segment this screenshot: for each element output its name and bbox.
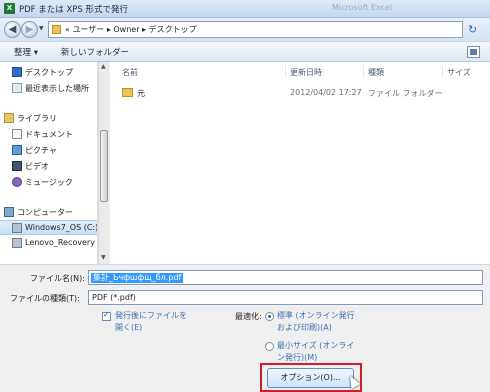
- recent-places-icon: [12, 83, 22, 93]
- window-title: PDF または XPS 形式で発行: [19, 5, 129, 15]
- nav-item-label: ライブラリ: [17, 114, 57, 123]
- scroll-down-icon[interactable]: ▼: [101, 254, 106, 261]
- toolbar: 整理 ▾ 新しいフォルダー: [0, 41, 490, 62]
- column-header-date[interactable]: 更新日時: [290, 67, 322, 78]
- videos-icon: [12, 161, 22, 171]
- optimize-standard-label-1[interactable]: 標準 (オンライン発行: [277, 310, 355, 322]
- navigation-scrollbar[interactable]: ▲ ▼: [98, 62, 109, 264]
- nav-item-drive-d[interactable]: Lenovo_Recovery (D:): [0, 236, 97, 251]
- new-folder-button[interactable]: 新しいフォルダー: [61, 46, 129, 58]
- address-row: ◀ ▶ ▼ « ユーザー ▸ Owner ▸ デスクトップ ▼ ↻: [0, 18, 490, 41]
- navigation-pane: デスクトップ 最近表示した場所 ライブラリ ドキュメント ピクチャ ビデオ ミュ…: [0, 62, 98, 264]
- folder-icon: [52, 25, 61, 34]
- nav-item-pictures[interactable]: ピクチャ: [0, 143, 97, 158]
- file-type: ファイル フォルダー: [368, 89, 443, 98]
- optimize-standard-label-2[interactable]: および印刷)(A): [277, 322, 332, 334]
- file-date: 2012/04/02 17:27: [290, 88, 362, 97]
- column-header-size[interactable]: サイズ: [447, 67, 471, 78]
- address-bar[interactable]: « ユーザー ▸ Owner ▸ デスクトップ ▼: [48, 21, 463, 38]
- nav-item-documents[interactable]: ドキュメント: [0, 127, 97, 142]
- nav-item-label: ミュージック: [25, 178, 73, 187]
- address-path[interactable]: « ユーザー ▸ Owner ▸ デスクトップ: [65, 24, 197, 35]
- nav-item-computer[interactable]: コンピューター: [0, 205, 97, 220]
- scrollbar-thumb[interactable]: [100, 130, 108, 202]
- computer-icon: [4, 207, 14, 217]
- background-app-title: Microsoft Excel: [332, 3, 393, 12]
- nav-item-label: Windows7_OS (C:): [25, 223, 98, 232]
- save-options-panel: ファイル名(N): 集計_Ьчфшфщ_бл.pdf ファイルの種類(T): P…: [0, 264, 490, 392]
- nav-item-label: コンピューター: [17, 208, 73, 217]
- change-view-icon[interactable]: [467, 46, 480, 58]
- open-after-publish-label-1[interactable]: 発行後にファイルを: [115, 310, 187, 322]
- filetype-value: PDF (*.pdf): [92, 293, 136, 302]
- scroll-up-icon[interactable]: ▲: [101, 63, 106, 70]
- filename-input[interactable]: 集計_Ьчфшфщ_бл.pdf: [88, 270, 483, 285]
- optimize-minimum-radio[interactable]: [265, 342, 274, 351]
- optimize-label: 最適化:: [235, 312, 262, 321]
- nav-item-label: デスクトップ: [25, 68, 73, 77]
- open-after-publish-label-2[interactable]: 開く(E): [115, 322, 142, 334]
- column-header-type[interactable]: 種類: [368, 67, 384, 78]
- file-name: 元: [137, 89, 145, 98]
- recent-pages-dropdown-icon[interactable]: ▼: [39, 25, 44, 32]
- filetype-select[interactable]: PDF (*.pdf): [88, 290, 483, 305]
- column-separator[interactable]: [285, 65, 286, 77]
- nav-item-music[interactable]: ミュージック: [0, 175, 97, 190]
- music-icon: [12, 177, 22, 187]
- nav-item-label: Lenovo_Recovery (D:): [25, 238, 97, 247]
- drive-icon: [12, 238, 22, 248]
- file-list: 名前 更新日時 種類 サイズ 元 2012/04/02 17:27 ファイル フ…: [110, 62, 490, 264]
- filetype-label: ファイルの種類(T):: [10, 294, 80, 303]
- nav-item-label: ビデオ: [25, 162, 49, 171]
- pictures-icon: [12, 145, 22, 155]
- nav-item-label: 最近表示した場所: [25, 84, 89, 93]
- drive-icon: [12, 223, 22, 233]
- options-button[interactable]: オプション(O)...: [267, 368, 354, 388]
- nav-item-library[interactable]: ライブラリ: [0, 111, 97, 126]
- back-button[interactable]: ◀: [4, 21, 21, 38]
- column-separator[interactable]: [363, 65, 364, 77]
- column-header-name[interactable]: 名前: [122, 67, 138, 78]
- library-icon: [4, 113, 14, 123]
- file-row[interactable]: 元 2012/04/02 17:27 ファイル フォルダー: [110, 85, 490, 100]
- organize-button[interactable]: 整理 ▾: [14, 46, 38, 58]
- title-bar: X PDF または XPS 形式で発行 Microsoft Excel: [0, 0, 490, 18]
- refresh-icon[interactable]: ↻: [468, 23, 477, 36]
- desktop-icon: [12, 67, 22, 77]
- nav-item-drive-c[interactable]: Windows7_OS (C:): [0, 220, 98, 235]
- optimize-minimum-label-1[interactable]: 最小サイズ (オンライ: [277, 340, 354, 352]
- documents-icon: [12, 129, 22, 139]
- folder-icon: [122, 88, 133, 97]
- nav-item-desktop[interactable]: デスクトップ: [0, 65, 97, 80]
- excel-app-icon: X: [4, 3, 15, 14]
- open-after-publish-checkbox[interactable]: [102, 310, 111, 321]
- nav-item-recent-places[interactable]: 最近表示した場所: [0, 81, 97, 96]
- nav-item-videos[interactable]: ビデオ: [0, 159, 97, 174]
- filename-label: ファイル名(N):: [30, 274, 85, 283]
- optimize-standard-radio[interactable]: [265, 312, 274, 321]
- nav-item-label: ピクチャ: [25, 146, 57, 155]
- filename-selected-text: 集計_Ьчфшфщ_бл.pdf: [91, 273, 184, 283]
- nav-item-label: ドキュメント: [25, 130, 73, 139]
- forward-button[interactable]: ▶: [21, 21, 38, 38]
- column-separator[interactable]: [442, 65, 443, 77]
